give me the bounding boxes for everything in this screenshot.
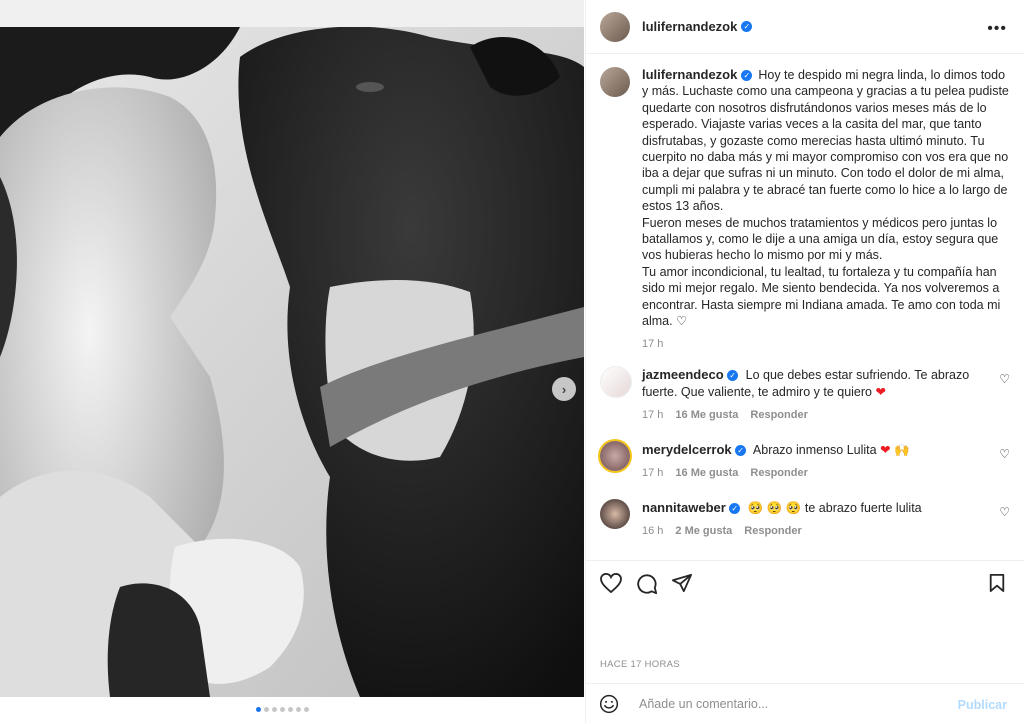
comment-emoji: ❤ xyxy=(875,385,886,399)
like-comment-icon[interactable]: ♡ xyxy=(999,505,1010,519)
comment-emoji: ❤ 🙌 xyxy=(880,443,910,457)
instagram-post-view: › lulifernandezok ✓ ••• lulifernandezok ✓… xyxy=(0,0,1024,723)
comment-time[interactable]: 17 h xyxy=(642,467,663,479)
reply-button[interactable]: Responder xyxy=(750,467,807,479)
comment-likes[interactable]: 16 Me gusta xyxy=(675,467,738,479)
commenter-avatar[interactable] xyxy=(600,441,630,471)
caption-text: Hoy te despido mi negra linda, lo dimos … xyxy=(642,68,1009,214)
comment-input[interactable] xyxy=(637,696,941,712)
carousel-dot[interactable] xyxy=(304,707,309,712)
caption-text-p3: Tu amor incondicional, tu lealtad, tu fo… xyxy=(642,264,1001,329)
comment-likes[interactable]: 2 Me gusta xyxy=(675,525,732,537)
post-actions-bar xyxy=(586,560,1024,601)
carousel-dots xyxy=(256,707,309,712)
more-options-icon[interactable]: ••• xyxy=(987,20,1007,38)
author-avatar[interactable] xyxy=(600,11,630,42)
post-photo[interactable]: › xyxy=(0,27,584,697)
carousel-dot[interactable] xyxy=(288,707,293,712)
comment-meta: 17 h 16 Me gusta Responder xyxy=(642,467,1010,479)
verified-badge-icon: ✓ xyxy=(729,503,741,515)
comment-time[interactable]: 16 h xyxy=(642,525,663,537)
post-timestamp[interactable]: 17 h xyxy=(642,338,1010,350)
verified-badge-icon: ✓ xyxy=(741,70,753,82)
comment-bubble-icon[interactable] xyxy=(636,573,658,595)
comment-likes[interactable]: 16 Me gusta xyxy=(675,409,738,421)
post-header: lulifernandezok ✓ ••• xyxy=(586,0,1024,54)
post-caption: lulifernandezok ✓ Hoy te despido mi negra … xyxy=(642,67,1010,330)
reply-button[interactable]: Responder xyxy=(750,409,807,421)
save-bookmark-icon[interactable] xyxy=(988,573,1006,593)
comment-item: merydelcerrok ✓ Abrazo inmenso Lulita ❤ … xyxy=(600,441,1010,479)
photo-top-band xyxy=(0,0,584,27)
caption-author-avatar[interactable] xyxy=(600,67,630,97)
carousel-dot[interactable] xyxy=(280,707,285,712)
comment-item: jazmeendeco ✓ Lo que debes estar sufrien… xyxy=(600,366,1010,421)
carousel-dot[interactable] xyxy=(264,707,269,712)
commenter-username[interactable]: jazmeendeco xyxy=(642,367,724,382)
comment-text: Abrazo inmenso Lulita xyxy=(752,443,877,457)
like-heart-icon[interactable] xyxy=(600,573,622,593)
reply-button[interactable]: Responder xyxy=(744,525,801,537)
comment-text-block: merydelcerrok ✓ Abrazo inmenso Lulita ❤ … xyxy=(642,441,982,459)
like-comment-icon[interactable]: ♡ xyxy=(999,372,1010,386)
commenter-avatar[interactable] xyxy=(600,499,630,529)
commenter-avatar[interactable] xyxy=(600,366,632,398)
verified-badge-icon: ✓ xyxy=(727,370,739,382)
emoji-smiley-icon[interactable] xyxy=(599,694,619,714)
author-username[interactable]: lulifernandezok xyxy=(642,19,737,34)
comment-emoji: 🥺 🥺 🥺 xyxy=(747,501,802,515)
comment-time[interactable]: 17 h xyxy=(642,409,663,421)
post-photo-image xyxy=(0,27,584,697)
caption-text-p2: Fueron meses de muchos tratamientos y mé… xyxy=(642,215,999,263)
carousel-dot[interactable] xyxy=(272,707,277,712)
comment-item: nannitaweber ✓ 🥺 🥺 🥺 te abrazo fuerte lu… xyxy=(600,499,1010,537)
comment-text-block: jazmeendeco ✓ Lo que debes estar sufrien… xyxy=(642,366,982,401)
carousel-dot[interactable] xyxy=(296,707,301,712)
verified-badge-icon: ✓ xyxy=(735,445,747,457)
comment-meta: 17 h 16 Me gusta Responder xyxy=(642,409,1010,421)
caption-author-username[interactable]: lulifernandezok xyxy=(642,67,737,82)
like-comment-icon[interactable]: ♡ xyxy=(999,447,1010,461)
commenter-username[interactable]: merydelcerrok xyxy=(642,442,732,457)
verified-badge-icon: ✓ xyxy=(741,21,753,32)
comment-meta: 16 h 2 Me gusta Responder xyxy=(642,525,1010,537)
add-comment-bar: Publicar xyxy=(586,683,1024,724)
comment-text-block: nannitaweber ✓ 🥺 🥺 🥺 te abrazo fuerte lu… xyxy=(642,499,982,517)
publish-button[interactable]: Publicar xyxy=(958,698,1007,712)
commenter-username[interactable]: nannitaweber xyxy=(642,500,726,515)
share-send-icon[interactable] xyxy=(671,573,693,593)
post-side-panel: lulifernandezok ✓ ••• lulifernandezok ✓ Ho… xyxy=(585,0,1024,723)
comment-text: te abrazo fuerte lulita xyxy=(804,501,922,515)
post-caption-block: lulifernandezok ✓ Hoy te despido mi negra … xyxy=(600,67,1010,350)
next-image-button[interactable]: › xyxy=(552,377,576,401)
carousel-dot[interactable] xyxy=(256,707,261,712)
post-age-label[interactable]: HACE 17 HORAS xyxy=(600,659,680,670)
